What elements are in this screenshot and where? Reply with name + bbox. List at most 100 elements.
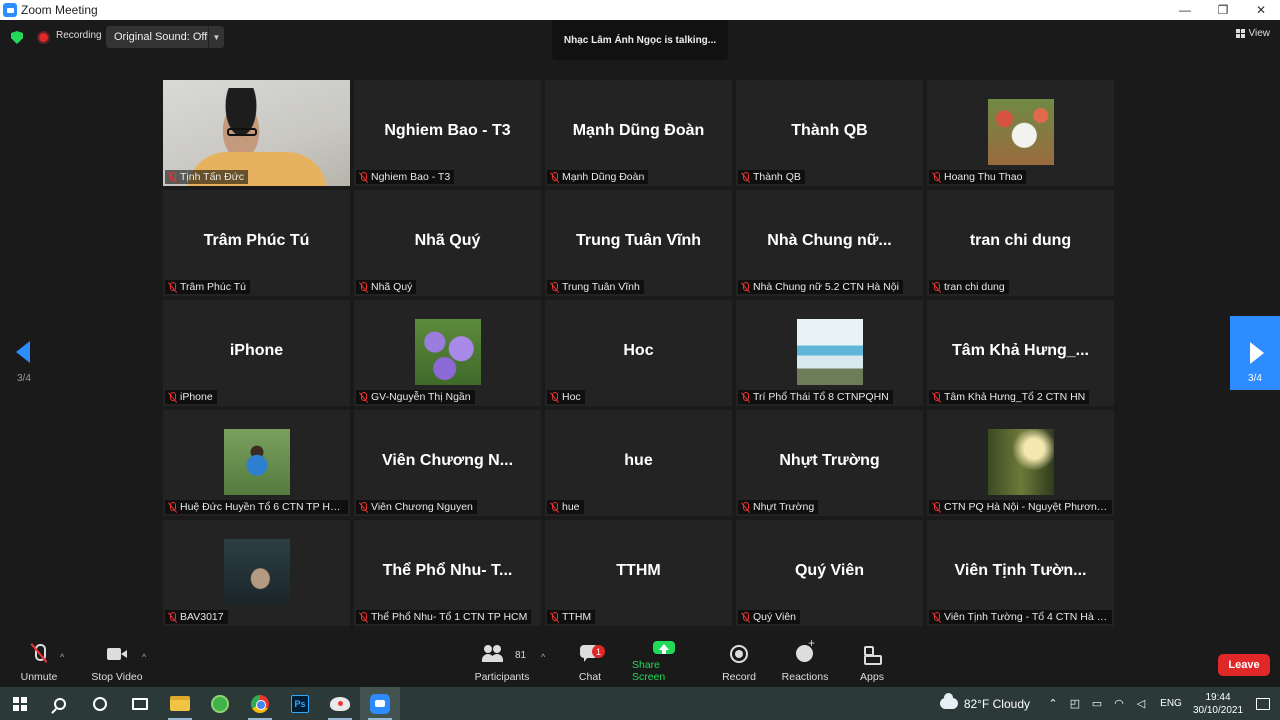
- participant-tile[interactable]: CTN PQ Hà Nội - Nguyệt Phương ...: [927, 410, 1114, 516]
- minimize-button[interactable]: —: [1166, 0, 1204, 20]
- audio-options-caret-icon[interactable]: ^: [60, 652, 64, 662]
- previous-page-button[interactable]: 3/4: [10, 338, 40, 388]
- participant-name-label: Hoang Thu Thao: [944, 171, 1023, 183]
- participant-name-label: Nhã Quý: [371, 281, 413, 293]
- share-screen-button[interactable]: Share Screen: [632, 637, 696, 687]
- participant-tile[interactable]: Thành QB Thành QB: [736, 80, 923, 186]
- weather-widget[interactable]: 82°F Cloudy: [964, 697, 1030, 711]
- participant-tile[interactable]: Hoc Hoc: [545, 300, 732, 406]
- tray-chevron-icon[interactable]: ⌃: [1042, 697, 1064, 710]
- reactions-label: Reactions: [781, 671, 829, 683]
- participant-tile[interactable]: Quý Viên Quý Viên: [736, 520, 923, 626]
- original-sound-button[interactable]: Original Sound: Off ▼: [106, 26, 224, 48]
- participant-tile[interactable]: Nhã Quý Nhã Quý: [354, 190, 541, 296]
- microphone-muted-icon: [741, 611, 750, 623]
- participant-display-name: Quý Viên: [794, 562, 865, 579]
- apps-button[interactable]: Apps: [858, 637, 886, 687]
- chrome-taskbar-button[interactable]: [240, 687, 280, 720]
- file-explorer-taskbar-button[interactable]: [160, 687, 200, 720]
- wifi-icon[interactable]: ◠: [1108, 697, 1130, 710]
- participant-name-label: Tịnh Tấn Đức: [180, 171, 245, 183]
- start-button[interactable]: [0, 687, 40, 720]
- participant-nameplate: Thành QB: [738, 170, 805, 184]
- photoshop-taskbar-button[interactable]: Ps: [280, 687, 320, 720]
- profile-picture: [988, 429, 1054, 495]
- microphone-muted-icon: [359, 391, 368, 403]
- apps-icon: [860, 642, 884, 666]
- participant-tile[interactable]: Hoang Thu Thao: [927, 80, 1114, 186]
- participant-name-label: Hoc: [562, 391, 581, 403]
- participant-tile[interactable]: Viên Chương N... Viên Chương Nguyen: [354, 410, 541, 516]
- stop-video-button[interactable]: Stop Video: [88, 637, 146, 687]
- video-options-caret-icon[interactable]: ^: [142, 652, 146, 662]
- participant-tile[interactable]: Viên Tịnh Tườn... Viên Tịnh Tường - Tổ 4 …: [927, 520, 1114, 626]
- security-shield-icon[interactable]: [11, 31, 23, 44]
- participant-nameplate: Mạnh Dũng Đoàn: [547, 170, 649, 184]
- maximize-button[interactable]: ❐: [1204, 0, 1242, 20]
- participants-button[interactable]: Participants: [472, 637, 532, 687]
- participant-display-name: Mạnh Dũng Đoàn: [572, 122, 705, 139]
- reactions-button[interactable]: Reactions: [781, 636, 829, 687]
- participant-tile[interactable]: Nhựt Trường Nhựt Trường: [736, 410, 923, 516]
- participant-tile[interactable]: Trí Phổ Thái Tổ 8 CTNPQHN: [736, 300, 923, 406]
- participant-tile[interactable]: Trung Tuân Vĩnh Trung Tuân Vĩnh: [545, 190, 732, 296]
- notifications-icon[interactable]: [1246, 698, 1280, 710]
- participants-caret-icon[interactable]: ^: [541, 652, 545, 662]
- participant-tile[interactable]: Huệ Đức Huyền Tổ 6 CTN TP HCM: [163, 410, 350, 516]
- language-indicator[interactable]: ENG: [1152, 698, 1190, 709]
- chevron-down-icon[interactable]: ▼: [208, 26, 224, 48]
- cortana-icon: [93, 696, 107, 711]
- participant-nameplate: TTHM: [547, 610, 596, 624]
- clock[interactable]: 19:44 30/10/2021: [1190, 691, 1246, 717]
- task-view-button[interactable]: [120, 687, 160, 720]
- view-button[interactable]: View: [1235, 28, 1270, 39]
- participant-tile[interactable]: Trâm Phúc Tú Trâm Phúc Tú: [163, 190, 350, 296]
- recording-label[interactable]: Recording: [56, 30, 102, 41]
- participant-tile[interactable]: iPhone iPhone: [163, 300, 350, 406]
- reactions-icon: [793, 636, 817, 666]
- participant-display-name: hue: [624, 452, 653, 469]
- search-button[interactable]: [40, 687, 80, 720]
- participants-icon: [482, 642, 506, 666]
- participant-tile[interactable]: Mạnh Dũng Đoàn Mạnh Dũng Đoàn: [545, 80, 732, 186]
- microphone-muted-icon: [741, 171, 750, 183]
- tray-app-icon[interactable]: ◰: [1064, 697, 1086, 710]
- green-app-taskbar-button[interactable]: [200, 687, 240, 720]
- microphone-muted-icon: [168, 611, 177, 623]
- task-view-icon: [132, 697, 148, 710]
- participant-tile[interactable]: GV-Nguyễn Thị Ngần: [354, 300, 541, 406]
- participant-tile[interactable]: Tâm Khả Hưng_... Tâm Khả Hưng_Tổ 2 CTN HN: [927, 300, 1114, 406]
- participant-tile[interactable]: Tịnh Tấn Đức: [163, 80, 350, 186]
- close-button[interactable]: ✕: [1242, 0, 1280, 20]
- volume-icon[interactable]: ◁: [1130, 697, 1152, 710]
- window-titlebar: Zoom Meeting — ❐ ✕: [0, 0, 1280, 20]
- profile-picture: [797, 319, 863, 385]
- participant-name-label: tran chi dung: [944, 281, 1005, 293]
- share-screen-label: Share Screen: [632, 659, 666, 683]
- participant-tile[interactable]: TTHM TTHM: [545, 520, 732, 626]
- participant-nameplate: Nhã Quý: [356, 280, 417, 294]
- participant-name-label: GV-Nguyễn Thị Ngần: [371, 391, 471, 403]
- unmute-button[interactable]: Unmute: [16, 637, 62, 687]
- participant-tile[interactable]: Thể Phổ Nhu- T... Thể Phổ Nhu- Tổ 1 CTN T…: [354, 520, 541, 626]
- participant-tile[interactable]: tran chi dung tran chi dung: [927, 190, 1114, 296]
- cloud-weather-icon: [939, 693, 958, 709]
- next-page-button[interactable]: 3/4: [1230, 316, 1280, 390]
- chat-button[interactable]: Chat: [574, 637, 606, 687]
- record-icon: [727, 642, 751, 666]
- paint-taskbar-button[interactable]: [320, 687, 360, 720]
- participant-nameplate: Trung Tuân Vĩnh: [547, 280, 644, 294]
- leave-button[interactable]: Leave: [1218, 654, 1270, 676]
- arrow-right-icon: [1250, 342, 1264, 364]
- participant-tile[interactable]: Nghiem Bao - T3 Nghiem Bao - T3: [354, 80, 541, 186]
- participant-tile[interactable]: Nhà Chung nữ... Nhà Chung nữ 5.2 CTN Hà N…: [736, 190, 923, 296]
- record-button[interactable]: Record: [720, 637, 758, 687]
- participant-tile[interactable]: BAV3017: [163, 520, 350, 626]
- cortana-button[interactable]: [80, 687, 120, 720]
- battery-icon[interactable]: ▭: [1086, 697, 1108, 710]
- participant-tile[interactable]: hue hue: [545, 410, 732, 516]
- participant-nameplate: Trâm Phúc Tú: [165, 280, 250, 294]
- participant-name-label: Quý Viên: [753, 611, 796, 623]
- chrome-icon: [251, 694, 269, 713]
- zoom-taskbar-button[interactable]: [360, 687, 400, 720]
